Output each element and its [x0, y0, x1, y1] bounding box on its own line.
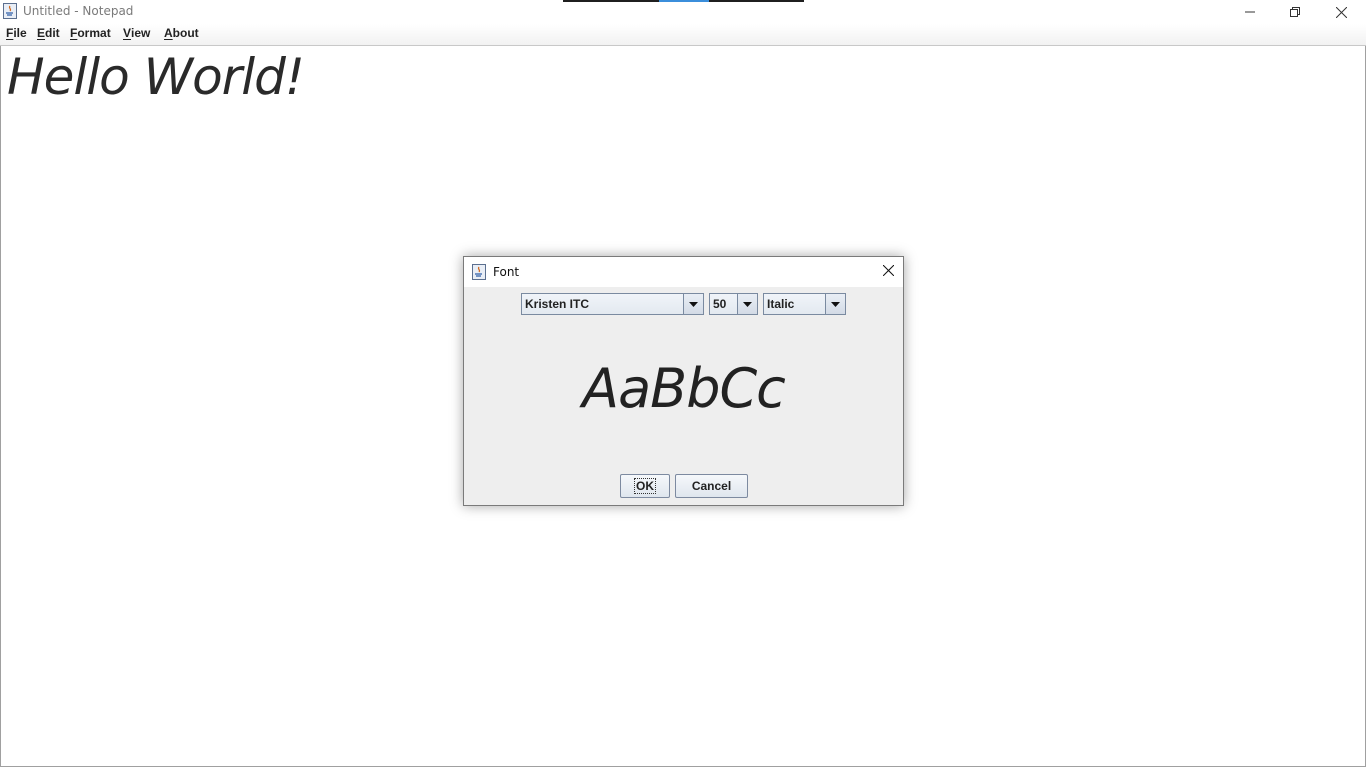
font-dialog-title-bar: Font: [464, 257, 903, 287]
menu-format[interactable]: Format: [70, 26, 111, 40]
cancel-button[interactable]: Cancel: [675, 474, 748, 498]
minimize-icon: [1245, 7, 1255, 17]
restore-button[interactable]: [1272, 0, 1318, 24]
taskbar-thumbnail-strip: [563, 0, 804, 2]
font-dialog-title: Font: [493, 265, 520, 279]
font-size-select[interactable]: 50: [709, 293, 758, 315]
cancel-button-label: Cancel: [691, 479, 732, 493]
minimize-button[interactable]: [1227, 0, 1273, 24]
menu-file[interactable]: File: [6, 26, 27, 40]
editor-content[interactable]: Hello World!: [7, 48, 305, 106]
font-style-select[interactable]: Italic: [763, 293, 846, 315]
close-button[interactable]: [1318, 0, 1364, 24]
font-family-value: Kristen ITC: [525, 297, 590, 311]
window-title-bar: Untitled - Notepad: [0, 0, 1366, 24]
restore-icon: [1290, 7, 1300, 17]
close-icon: [882, 263, 894, 281]
ok-button-label: OK: [634, 478, 656, 494]
menu-view[interactable]: View: [123, 26, 150, 40]
font-dialog-close-button[interactable]: [873, 257, 903, 287]
close-icon: [1335, 6, 1347, 18]
font-family-select[interactable]: Kristen ITC: [521, 293, 704, 315]
font-dialog: Font Kristen ITC 50 Italic AaBbCc OK Can…: [463, 256, 904, 506]
menu-about[interactable]: About: [164, 26, 199, 40]
menu-edit[interactable]: Edit: [37, 26, 60, 40]
font-size-value: 50: [713, 297, 727, 311]
java-app-icon: [3, 3, 17, 19]
window-title: Untitled - Notepad: [23, 4, 134, 18]
chevron-down-icon[interactable]: [825, 294, 845, 314]
menu-bar: File Edit Format View About: [0, 24, 1366, 46]
java-app-icon: [472, 264, 486, 280]
font-style-value: Italic: [767, 297, 795, 311]
chevron-down-icon[interactable]: [737, 294, 757, 314]
ok-button[interactable]: OK: [620, 474, 670, 498]
chevron-down-icon[interactable]: [683, 294, 703, 314]
font-preview-text: AaBbCc: [582, 357, 786, 420]
